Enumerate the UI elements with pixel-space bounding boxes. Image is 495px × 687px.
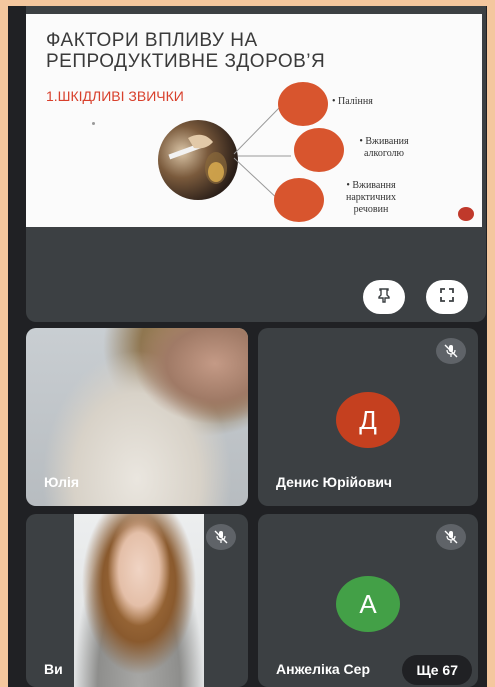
- bullet-3: • Вживання нарктичних речовин: [346, 180, 396, 215]
- mic-off-icon: [436, 338, 466, 364]
- bullet-circle-2: [294, 128, 344, 172]
- slide-subtitle: 1.ШКІДЛИВІ ЗВИЧКИ: [46, 88, 184, 104]
- bullet-1: • Паління: [332, 96, 373, 107]
- participant-video-you: [74, 514, 204, 687]
- bullet-3-text: Вживання нарктичних речовин: [346, 180, 396, 215]
- bullet-circle-1: [278, 82, 328, 126]
- pin-icon: [376, 287, 392, 308]
- participant-tile-denys[interactable]: Д Денис Юрійович: [258, 328, 478, 506]
- avatar-denys: Д: [336, 392, 400, 448]
- bullet-circle-3: [274, 178, 324, 222]
- slide-corner-dot: [458, 207, 474, 221]
- participant-name-you: Ви: [44, 661, 63, 677]
- bullet-2-text: Вживания алкоголю: [363, 136, 409, 159]
- meeting-screen: ФАКТОРИ ВПЛИВУ НА РЕПРОДУКТИВНЕ ЗДОРОВ’Я…: [8, 6, 487, 687]
- presentation-slide: ФАКТОРИ ВПЛИВУ НА РЕПРОДУКТИВНЕ ЗДОРОВ’Я…: [26, 14, 482, 227]
- participant-name-denys: Денис Юрійович: [276, 474, 393, 490]
- avatar-initial-anzhelika: А: [359, 588, 377, 619]
- participant-tile-anzhelika[interactable]: А Анжеліка Сер Ще 67: [258, 514, 478, 687]
- participant-name-yulia: Юлія: [44, 474, 80, 490]
- participant-tile-you[interactable]: Ви: [26, 514, 248, 687]
- avatar-initial-denys: Д: [359, 404, 377, 435]
- participant-tile-yulia[interactable]: Юлія: [26, 328, 248, 506]
- fullscreen-icon: [439, 287, 455, 308]
- mic-off-icon: [436, 524, 466, 550]
- avatar-anzhelika: А: [336, 576, 400, 632]
- slide-title: ФАКТОРИ ВПЛИВУ НА РЕПРОДУКТИВНЕ ЗДОРОВ’Я: [46, 30, 326, 72]
- bullet-2: • Вживания алкоголю: [359, 136, 409, 159]
- fullscreen-button[interactable]: [426, 280, 468, 314]
- mic-off-icon: [206, 524, 236, 550]
- more-participants-label: Ще 67: [416, 662, 458, 678]
- participant-name-anzhelika: Анжеліка Сер: [276, 661, 371, 677]
- slide-dot: [92, 122, 95, 125]
- pin-button[interactable]: [363, 280, 405, 314]
- bullet-1-text: Паління: [338, 96, 373, 107]
- more-participants-button[interactable]: Ще 67: [402, 655, 472, 685]
